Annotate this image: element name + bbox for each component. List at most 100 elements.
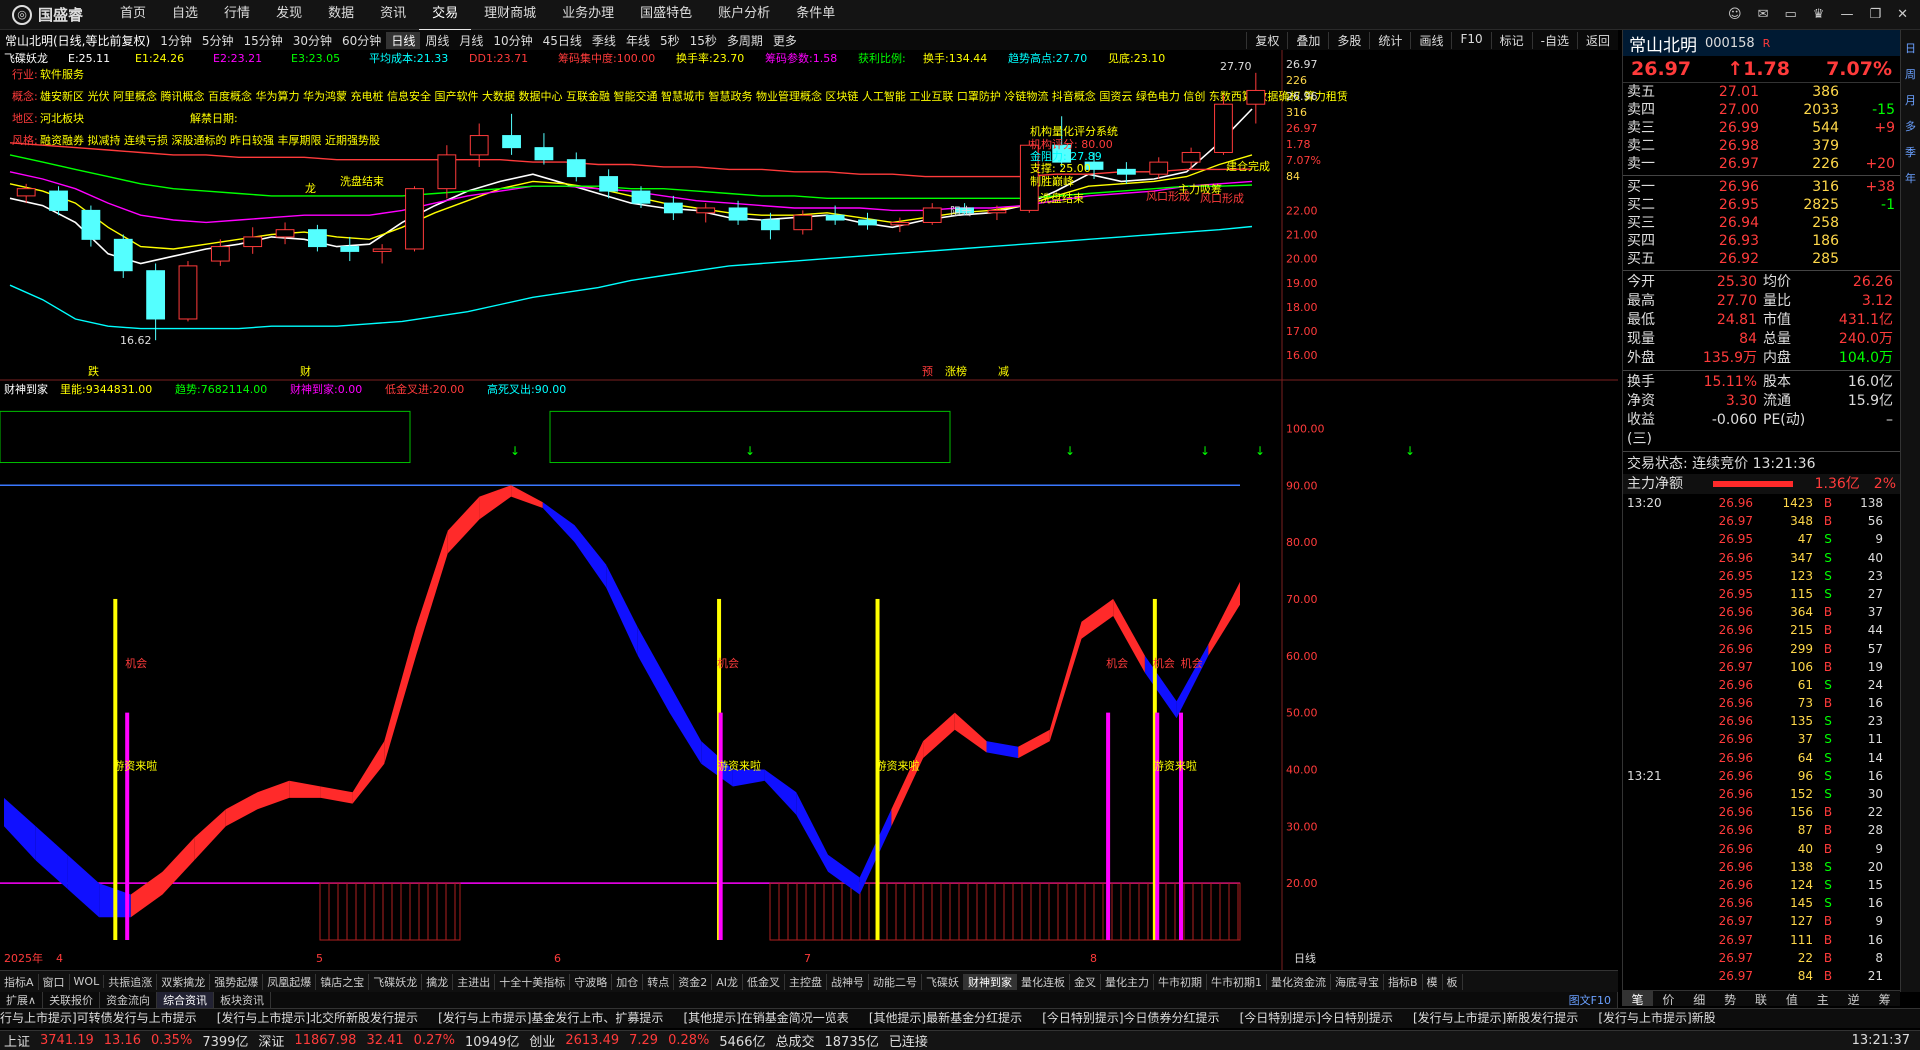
news-ticker[interactable]: 行与上市提示]可转债发行与上市提示 [发行与上市提示]北交所新股发行提示 [发行与上…: [0, 1008, 1920, 1028]
indicator-tab-2[interactable]: WOL: [70, 975, 105, 988]
indicator-tab-20[interactable]: 动能二号: [869, 973, 922, 990]
menu-item-7[interactable]: 理财商城: [471, 0, 549, 31]
info-tab-0[interactable]: 扩展∧: [0, 992, 44, 1008]
indicator-tab-28[interactable]: 量化资金流: [1267, 973, 1331, 990]
period-4[interactable]: 60分钟: [337, 32, 386, 49]
quote-tab-8[interactable]: 筹: [1869, 991, 1900, 1007]
news-item[interactable]: [其他提示]最新基金分红提示: [869, 1009, 1042, 1028]
info-tab-2[interactable]: 资金流向: [100, 992, 158, 1008]
menu-item-4[interactable]: 数据: [315, 0, 367, 31]
close-icon[interactable]: ✕: [1897, 7, 1908, 22]
menu-item-2[interactable]: 行情: [211, 0, 263, 31]
indicator-tab-32[interactable]: 板: [1443, 973, 1463, 990]
news-item[interactable]: [发行与上市提示]北交所新股发行提示: [217, 1009, 438, 1028]
info-tab-4[interactable]: 板块资讯: [214, 992, 272, 1008]
tick-list[interactable]: 13:20 26.96 1423 B 138 26.97 348 B 56 26.95 47 S 9 26…: [1623, 494, 1900, 985]
bids-row-1[interactable]: 买二 26.95 2825 -1: [1623, 196, 1900, 214]
indicator-tab-31[interactable]: 模: [1423, 973, 1443, 990]
chart-tool-0[interactable]: 复权: [1246, 31, 1287, 49]
chart-tool-1[interactable]: 叠加: [1287, 31, 1328, 49]
period-0[interactable]: 1分钟: [155, 32, 197, 49]
bids-row-0[interactable]: 买一 26.96 316 +38: [1623, 178, 1900, 196]
indicator-tab-24[interactable]: 金叉: [1070, 973, 1101, 990]
news-item[interactable]: 行与上市提示]可转债发行与上市提示: [0, 1009, 217, 1028]
period-9[interactable]: 45日线: [538, 32, 587, 49]
asks-row-0[interactable]: 卖五 27.01 386: [1623, 83, 1900, 101]
bids-row-3[interactable]: 买四 26.93 186: [1623, 232, 1900, 250]
indicator-tab-0[interactable]: 指标A: [0, 973, 39, 990]
period-2[interactable]: 15分钟: [238, 32, 287, 49]
news-item[interactable]: [发行与上市提示]基金发行上市、扩募提示: [438, 1009, 683, 1028]
news-item[interactable]: [今日特别提示]今日特别提示: [1240, 1009, 1413, 1028]
side-strip-item-2[interactable]: 月: [1905, 92, 1916, 108]
chart-tool-8[interactable]: 返回: [1576, 31, 1618, 49]
indicator-tab-4[interactable]: 双紫擒龙: [157, 973, 211, 990]
indicator-tab-11[interactable]: 十全十美指标: [495, 973, 571, 990]
period-10[interactable]: 季线: [587, 32, 621, 49]
period-3[interactable]: 30分钟: [288, 32, 337, 49]
news-item[interactable]: [发行与上市提示]新股: [1598, 1009, 1735, 1028]
menu-item-6[interactable]: 交易: [419, 0, 472, 31]
quote-tab-5[interactable]: 值: [1776, 991, 1807, 1007]
bids-row-4[interactable]: 买五 26.92 285: [1623, 250, 1900, 268]
bids-row-2[interactable]: 买三 26.94 258: [1623, 214, 1900, 232]
indicator-tab-14[interactable]: 转点: [643, 973, 675, 990]
period-7[interactable]: 月线: [454, 32, 488, 49]
chart-canvas[interactable]: 飞碟妖龙 E:25.11 E1:24.26 E2:23.21 E3:23.05 平均成本:…: [0, 50, 1618, 970]
period-1[interactable]: 5分钟: [197, 32, 239, 49]
menu-item-8[interactable]: 业务办理: [549, 0, 627, 31]
indicator-tab-16[interactable]: AI龙: [712, 973, 743, 990]
asks-row-1[interactable]: 卖四 27.00 2033 -15: [1623, 101, 1900, 119]
indicator-tab-12[interactable]: 守波略: [570, 973, 613, 990]
menu-item-9[interactable]: 国盛特色: [627, 0, 705, 31]
asks-row-2[interactable]: 卖三 26.99 544 +9: [1623, 119, 1900, 137]
indicator-tab-26[interactable]: 牛市初期: [1154, 973, 1207, 990]
indicator-tab-18[interactable]: 主控盘: [785, 973, 827, 990]
period-5[interactable]: 日线: [386, 31, 421, 49]
indicator-tab-25[interactable]: 量化主力: [1101, 973, 1154, 990]
chat-icon[interactable]: ☺: [1728, 7, 1742, 22]
shirt-icon[interactable]: ♛: [1813, 7, 1825, 22]
indicator-tab-10[interactable]: 主进出: [453, 973, 496, 990]
indicator-tab-29[interactable]: 海底寻宝: [1331, 973, 1384, 990]
chart-tool-3[interactable]: 统计: [1369, 31, 1410, 49]
menu-item-0[interactable]: 首页: [107, 0, 159, 31]
indicator-tab-21[interactable]: 飞碟妖: [922, 973, 964, 990]
period-15[interactable]: 更多: [768, 32, 802, 49]
period-11[interactable]: 年线: [621, 32, 655, 49]
quote-tab-3[interactable]: 势: [1715, 991, 1746, 1007]
quote-tab-0[interactable]: 笔: [1622, 991, 1653, 1007]
indicator-tab-27[interactable]: 牛市初期1: [1207, 973, 1267, 990]
news-item[interactable]: [其他提示]在销基金简况一览表: [683, 1009, 868, 1028]
info-tab-1[interactable]: 关联报价: [43, 992, 101, 1008]
period-8[interactable]: 10分钟: [488, 32, 537, 49]
asks-row-3[interactable]: 卖二 26.98 379: [1623, 137, 1900, 155]
side-strip-item-1[interactable]: 周: [1905, 66, 1916, 82]
chart-tool-4[interactable]: 画线: [1410, 31, 1451, 49]
indicator-tab-15[interactable]: 资金2: [674, 973, 713, 990]
menu-item-10[interactable]: 账户分析: [705, 0, 783, 31]
indicator-tab-22[interactable]: 财神到家: [963, 973, 1017, 990]
asks-row-4[interactable]: 卖一 26.97 226 +20: [1623, 155, 1900, 173]
indicator-tab-13[interactable]: 加仓: [612, 973, 644, 990]
info-tab-3[interactable]: 综合资讯: [157, 992, 215, 1008]
quote-tab-6[interactable]: 主: [1807, 991, 1838, 1007]
chart-tool-6[interactable]: 标记: [1490, 31, 1532, 49]
period-13[interactable]: 15秒: [685, 32, 722, 49]
news-item[interactable]: [发行与上市提示]新股发行提示: [1413, 1009, 1598, 1028]
indicator-tab-6[interactable]: 凤凰起爆: [263, 973, 317, 990]
side-strip-item-0[interactable]: 日: [1905, 40, 1916, 56]
indicator-tab-23[interactable]: 量化连板: [1017, 973, 1070, 990]
indicator-tab-19[interactable]: 战神号: [827, 973, 869, 990]
monitor-icon[interactable]: ▭: [1784, 7, 1796, 22]
side-strip-item-5[interactable]: 年: [1905, 170, 1916, 186]
minimize-icon[interactable]: —: [1840, 7, 1853, 22]
quote-tab-2[interactable]: 细: [1684, 991, 1715, 1007]
chart-tool-7[interactable]: -自选: [1531, 31, 1577, 49]
indicator-tab-5[interactable]: 强势起爆: [210, 973, 264, 990]
indicator-tab-17[interactable]: 低金叉: [743, 973, 785, 990]
side-strip-item-3[interactable]: 多: [1905, 118, 1916, 134]
menu-item-5[interactable]: 资讯: [367, 0, 419, 31]
news-item[interactable]: [今日特别提示]今日债券分红提示: [1042, 1009, 1239, 1028]
chart-tool-2[interactable]: 多股: [1328, 31, 1369, 49]
